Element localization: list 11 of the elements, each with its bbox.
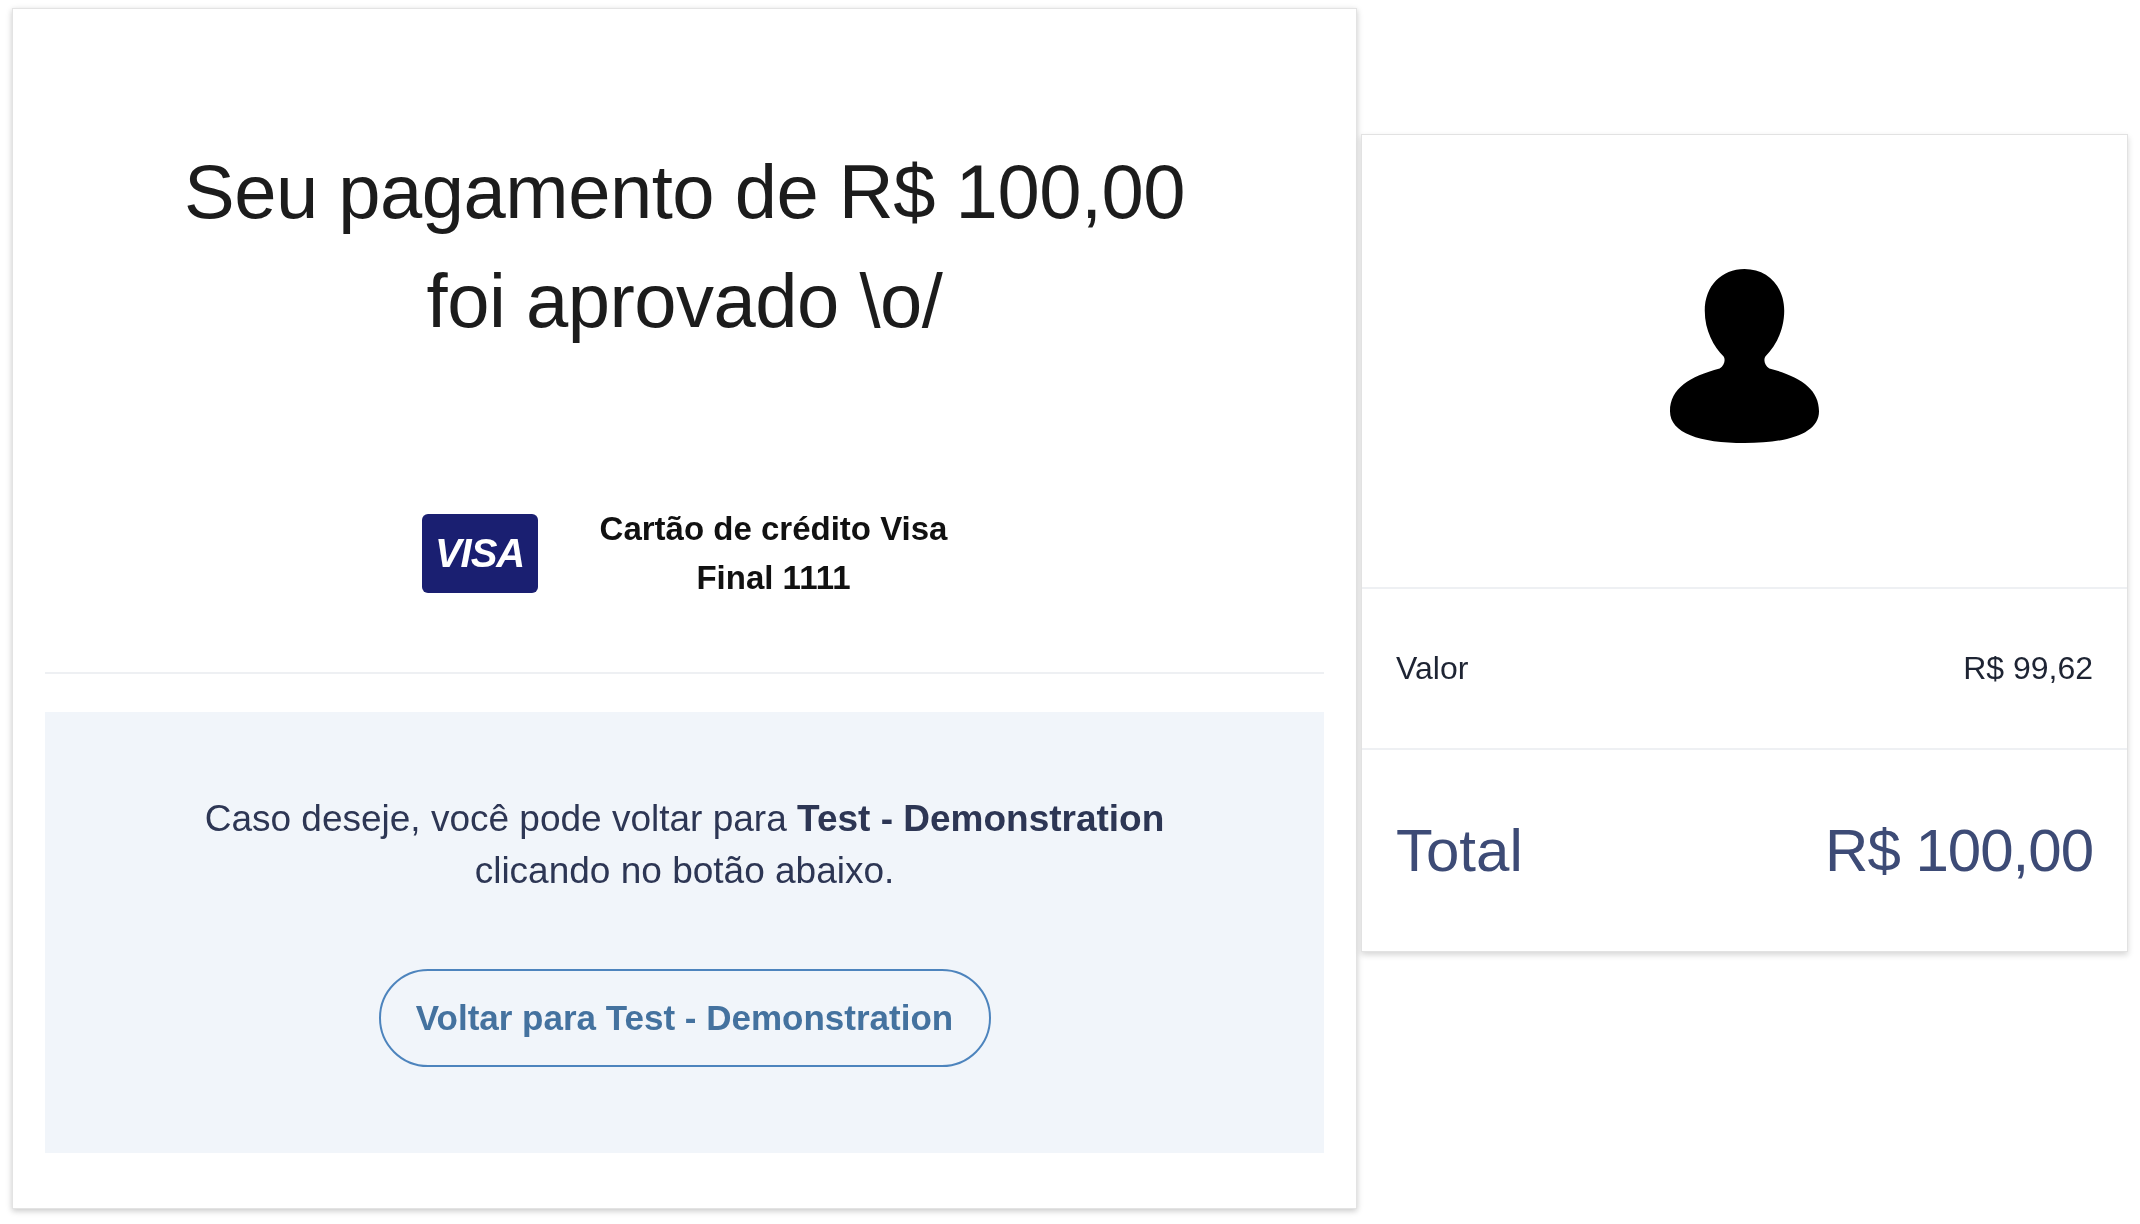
- summary-label: Valor: [1396, 650, 1469, 687]
- total-label: Total: [1396, 816, 1523, 885]
- return-message: Caso deseje, você pode voltar para Test - Demonstration clicando no botão abaixo.: [203, 797, 1166, 893]
- card-ending-text: Final 1111: [696, 558, 851, 598]
- return-button[interactable]: Voltar para Test - Demonstration: [378, 969, 991, 1067]
- visa-logo: VISA: [421, 513, 538, 593]
- payment-approved-heading: Seu pagamento de R$ 100,00 foi aprovado \o/: [182, 148, 1187, 345]
- user-silhouette-icon: [1670, 269, 1819, 443]
- total-value: R$ 100,00: [1825, 816, 2093, 885]
- summary-value: R$ 99,62: [1963, 650, 2093, 687]
- card-type-text: Cartão de crédito Visa: [599, 509, 948, 549]
